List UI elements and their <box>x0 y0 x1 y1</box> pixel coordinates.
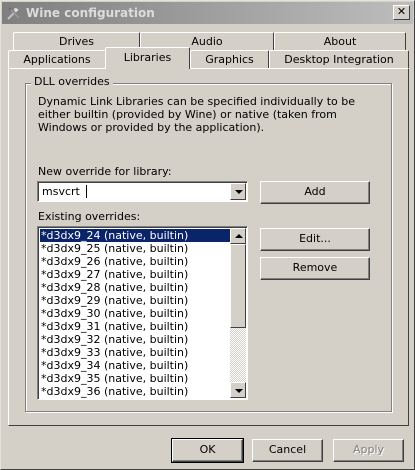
wine-config-icon <box>7 7 20 20</box>
list-item[interactable]: *d3dx9_35 (native, builtin) <box>40 372 230 385</box>
tab-drives-label: Drives <box>58 35 95 48</box>
wine-configuration-window: Wine configuration ✕ Drives Audio About … <box>0 0 415 470</box>
add-button-label: Add <box>304 185 326 198</box>
tab-applications-label: Applications <box>23 53 91 66</box>
close-icon: ✕ <box>396 5 407 18</box>
tab-desktop-integration-label: Desktop Integration <box>284 53 394 66</box>
window-title: Wine configuration <box>26 6 155 20</box>
new-override-input[interactable]: msvcrt <box>42 185 80 199</box>
list-item[interactable]: *d3dx9_33 (native, builtin) <box>40 346 230 359</box>
list-item[interactable]: *d3dx9_24 (native, builtin) <box>40 229 230 242</box>
dll-overrides-title: DLL overrides <box>31 75 113 89</box>
add-button[interactable]: Add <box>260 181 370 204</box>
tab-desktop-integration[interactable]: Desktop Integration <box>269 50 409 69</box>
list-item[interactable]: *d3dx9_36 (native, builtin) <box>40 385 230 398</box>
edit-button-label: Edit... <box>299 232 331 245</box>
list-item[interactable]: *d3dx9_28 (native, builtin) <box>40 281 230 294</box>
tab-about[interactable]: About <box>274 32 406 51</box>
apply-button-label: Apply <box>352 443 385 456</box>
close-button[interactable]: ✕ <box>393 5 410 20</box>
scroll-down-button[interactable] <box>230 382 246 398</box>
text-caret <box>86 185 87 198</box>
list-item[interactable]: *d3dx9_26 (native, builtin) <box>40 255 230 268</box>
tab-applications[interactable]: Applications <box>8 50 106 69</box>
tab-graphics-label: Graphics <box>205 53 254 66</box>
list-item[interactable]: *d3dx9_32 (native, builtin) <box>40 333 230 346</box>
list-item[interactable]: *d3dx9_29 (native, builtin) <box>40 294 230 307</box>
existing-overrides-list[interactable]: *d3dx9_24 (native, builtin) *d3dx9_25 (n… <box>37 226 248 400</box>
vertical-scrollbar[interactable] <box>230 228 246 398</box>
apply-button[interactable]: Apply <box>333 439 404 462</box>
list-item[interactable]: *d3dx9_31 (native, builtin) <box>40 320 230 333</box>
remove-button-label: Remove <box>292 261 338 274</box>
cancel-button-label: Cancel <box>268 443 307 456</box>
new-override-label: New override for library: <box>38 165 172 178</box>
new-override-combobox[interactable]: msvcrt <box>37 181 248 202</box>
chevron-down-icon <box>235 190 243 194</box>
remove-button[interactable]: Remove <box>260 257 370 280</box>
tab-graphics[interactable]: Graphics <box>190 50 269 69</box>
ok-button[interactable]: OK <box>171 438 244 463</box>
edit-button[interactable]: Edit... <box>260 228 370 251</box>
scroll-up-button[interactable] <box>230 228 246 244</box>
arrow-up-icon <box>235 234 243 238</box>
existing-overrides-label: Existing overrides: <box>38 210 141 223</box>
tab-libraries-label: Libraries <box>123 51 172 64</box>
list-item[interactable]: *d3dx9_30 (native, builtin) <box>40 307 230 320</box>
combobox-dropdown-button[interactable] <box>230 183 246 200</box>
list-item[interactable]: *d3dx9_27 (native, builtin) <box>40 268 230 281</box>
tab-audio-label: Audio <box>191 35 223 48</box>
ok-button-label: OK <box>199 443 216 456</box>
title-bar[interactable]: Wine configuration ✕ <box>2 2 413 24</box>
dll-overrides-description: Dynamic Link Libraries can be specified … <box>38 95 356 134</box>
list-item[interactable]: *d3dx9_25 (native, builtin) <box>40 242 230 255</box>
list-item[interactable]: *d3dx9_34 (native, builtin) <box>40 359 230 372</box>
tab-libraries[interactable]: Libraries <box>105 47 190 69</box>
cancel-button[interactable]: Cancel <box>252 439 323 462</box>
scrollbar-thumb[interactable] <box>230 244 246 328</box>
tab-about-label: About <box>323 35 357 48</box>
arrow-down-icon <box>235 389 243 393</box>
